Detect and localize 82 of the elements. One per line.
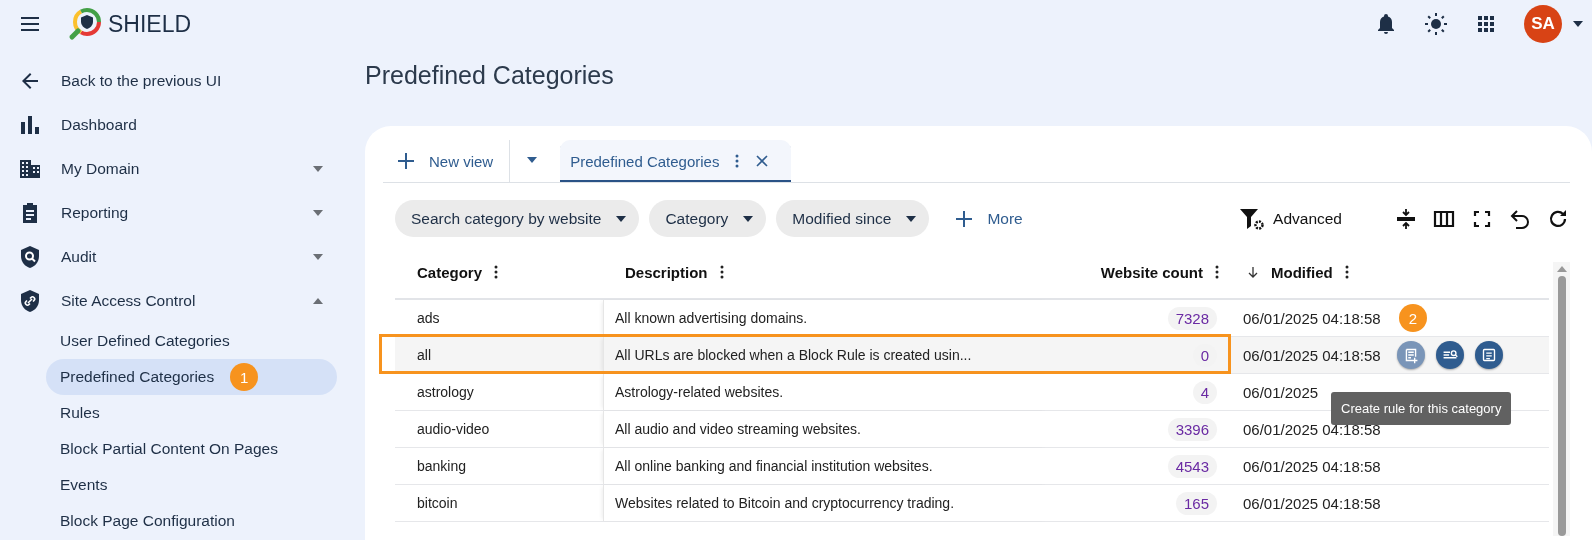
plus-icon xyxy=(955,209,974,228)
count-pill: 4 xyxy=(1192,380,1217,404)
sidebar-subitem[interactable]: Block Partial Content On Pages xyxy=(46,431,337,467)
shield-search-icon xyxy=(18,245,42,269)
sidebar-item[interactable]: Site Access Control xyxy=(0,279,350,323)
column-menu-icon[interactable] xyxy=(719,265,724,279)
table-cell-text: 06/01/2025 04:18:58 xyxy=(1242,346,1382,364)
expand-caret-icon[interactable] xyxy=(312,209,324,217)
step-badge: 2 xyxy=(1399,304,1427,332)
collapse-caret-icon[interactable] xyxy=(312,297,324,305)
sort-arrow-icon[interactable] xyxy=(1247,266,1259,278)
table-cell: All online banking and financial institution websites. xyxy=(615,458,933,474)
caret-icon[interactable] xyxy=(526,156,539,164)
table-cell-text: bitcoin xyxy=(416,495,459,511)
app-name: SHIELD xyxy=(108,10,192,38)
expand-caret-icon[interactable] xyxy=(312,253,324,261)
scroll-up-arrow-icon[interactable] xyxy=(1556,266,1567,272)
create-rule-button[interactable] xyxy=(1397,341,1425,369)
search-list-button[interactable] xyxy=(1436,341,1464,369)
filter-chip[interactable]: Search category by website xyxy=(395,200,640,237)
sidebar-item[interactable]: My Domain xyxy=(0,147,350,191)
scrollbar[interactable] xyxy=(1553,262,1570,536)
filter-chip[interactable]: Modified since xyxy=(776,200,930,237)
column-header[interactable]: Category xyxy=(417,263,483,281)
sidebar-subitem[interactable]: Predefined Categories 1 xyxy=(46,359,337,395)
table-cell: Websites related to Bitcoin and cryptocurrency trading. xyxy=(615,495,955,511)
sidebar-subitem[interactable]: User Defined Categories xyxy=(46,323,337,359)
column-header[interactable]: Website count xyxy=(1100,263,1203,281)
sidebar-item[interactable]: Reporting xyxy=(0,191,350,235)
sidebar-subitem[interactable]: Rules xyxy=(46,395,337,431)
sidebar-subitem[interactable]: Block Page Configuration xyxy=(46,503,337,539)
count-pill: 3396 xyxy=(1167,417,1217,441)
table-cell-text: 06/01/2025 04:18:58 xyxy=(1242,309,1382,327)
table-cell-text: 06/01/2025 04:18:58 xyxy=(1242,457,1382,475)
new-view-button[interactable]: New view xyxy=(383,140,511,182)
shield-link-icon xyxy=(18,289,42,313)
building-icon xyxy=(18,157,42,181)
column-menu-icon[interactable] xyxy=(1215,265,1219,279)
table-cell-text: astrology xyxy=(416,384,475,400)
shield-logo-icon xyxy=(68,7,102,41)
count-pill: 165 xyxy=(1175,491,1217,515)
more-filters-button[interactable]: More xyxy=(949,208,1029,229)
tab-menu-icon[interactable] xyxy=(735,154,740,168)
user-avatar[interactable]: SA xyxy=(1524,5,1562,43)
column-menu-icon[interactable] xyxy=(1344,265,1349,279)
sidebar-item[interactable]: Audit xyxy=(0,235,350,279)
table-cell: All URLs are blocked when a Block Rule is created usin... xyxy=(615,347,972,363)
step-badge: 1 xyxy=(230,363,259,391)
filter-chip[interactable]: Category xyxy=(649,200,767,237)
sidebar-subitem[interactable]: Events xyxy=(46,467,337,503)
table-cell-text: audio-video xyxy=(416,421,491,437)
caret-icon xyxy=(742,214,755,223)
table-cell-text: all xyxy=(416,347,432,363)
count-pill: 7328 xyxy=(1167,306,1217,330)
column-header[interactable]: Modified xyxy=(1271,263,1333,281)
count-pill: 4543 xyxy=(1167,454,1217,478)
close-icon[interactable] xyxy=(755,154,770,168)
sun-icon[interactable] xyxy=(1424,12,1448,36)
sidebar-item[interactable]: Back to the previous UI xyxy=(0,59,350,103)
details-button[interactable] xyxy=(1475,341,1503,369)
caret-icon xyxy=(615,214,628,223)
page-title: Predefined Categories xyxy=(365,61,615,91)
density-icon[interactable] xyxy=(1394,206,1418,231)
column-menu-icon[interactable] xyxy=(494,265,499,279)
bar-chart-icon xyxy=(18,113,42,137)
caret-icon xyxy=(905,214,918,223)
sidebar-item[interactable]: Dashboard xyxy=(0,103,350,147)
table-cell-text: 06/01/2025 04:18:58 xyxy=(1242,494,1382,512)
advanced-filter-button[interactable]: Advanced xyxy=(1233,205,1348,232)
filter-gear-icon xyxy=(1239,206,1266,231)
table-cell-text: ads xyxy=(416,310,441,326)
table-cell: All audio and video streaming websites. xyxy=(615,421,861,437)
view-tab[interactable]: Predefined Categories xyxy=(560,140,792,182)
column-header[interactable]: Description xyxy=(625,263,708,281)
expand-caret-icon[interactable] xyxy=(312,165,324,173)
plus-icon xyxy=(397,152,415,170)
caret-icon[interactable] xyxy=(1572,20,1584,28)
table-cell: Astrology-related websites. xyxy=(615,384,784,400)
table-cell: All known advertising domains. xyxy=(615,310,808,326)
table-cell-text: 06/01/2025 xyxy=(1242,383,1320,401)
tooltip: Create rule for this category xyxy=(1331,392,1512,425)
table-cell-text: banking xyxy=(416,458,468,474)
